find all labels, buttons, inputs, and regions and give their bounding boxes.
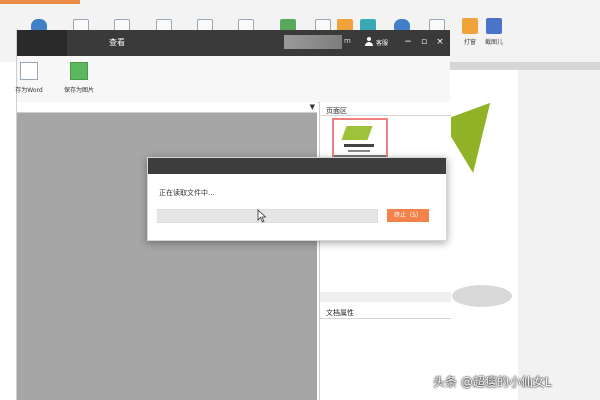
maximize-button[interactable]: ▫ bbox=[417, 35, 431, 49]
dialog-header[interactable] bbox=[148, 158, 446, 174]
save-as-word-label: 存为Word bbox=[15, 87, 43, 94]
thumbnail-leaf-graphic bbox=[341, 126, 373, 140]
progress-bar bbox=[157, 209, 378, 223]
close-button[interactable]: × bbox=[433, 35, 447, 49]
ribbon-toolbar: 存为Word 保存为图片 bbox=[15, 56, 450, 103]
background-extra-button[interactable]: 截图儿 bbox=[481, 18, 507, 48]
page-thumbnail[interactable] bbox=[332, 118, 388, 162]
title-bar[interactable]: 查看 m 客服 − ▫ × bbox=[17, 30, 450, 56]
image-icon bbox=[70, 62, 88, 80]
extra-tool-icon bbox=[486, 18, 502, 34]
thumbnail-subtitle-line bbox=[348, 150, 370, 152]
pane-divider bbox=[320, 318, 451, 319]
word-document-icon bbox=[20, 62, 38, 80]
dropdown-arrow-icon[interactable]: ▼ bbox=[310, 103, 315, 111]
page-selector[interactable]: ▼ bbox=[17, 102, 317, 113]
extra-tool-label: 截图儿 bbox=[484, 39, 503, 46]
side-pane: 页面区 文档属性 bbox=[319, 102, 451, 400]
background-shadow-graphic bbox=[452, 285, 512, 307]
title-bar-tab[interactable] bbox=[17, 30, 67, 56]
document-properties-title: 文档属性 bbox=[326, 309, 354, 317]
background-side-panel bbox=[518, 70, 600, 400]
save-as-word-button[interactable]: 存为Word bbox=[11, 62, 47, 94]
pane-separator bbox=[320, 292, 451, 302]
save-as-image-label: 保存为图片 bbox=[63, 87, 94, 94]
pane-divider bbox=[320, 115, 451, 116]
cancel-button[interactable]: 终止（5） bbox=[387, 209, 429, 222]
background-tab-accent bbox=[0, 0, 80, 4]
loading-dialog: 正在读取文件中... 终止（5） bbox=[147, 157, 447, 241]
minimize-button[interactable]: − bbox=[401, 35, 415, 49]
save-as-image-button[interactable]: 保存为图片 bbox=[59, 62, 99, 94]
blurred-filename bbox=[284, 35, 342, 49]
window-title-suffix: m bbox=[344, 37, 351, 45]
user-icon-head bbox=[367, 37, 371, 41]
print-icon bbox=[462, 18, 478, 34]
loading-message: 正在读取文件中... bbox=[159, 189, 215, 197]
user-icon[interactable] bbox=[364, 37, 374, 47]
user-icon-body bbox=[365, 42, 373, 46]
mouse-cursor-icon bbox=[257, 209, 267, 223]
thumbnail-title-line bbox=[344, 144, 374, 147]
watermark-text: 头条 @超瘦的小仙女L bbox=[433, 375, 552, 389]
service-label[interactable]: 客服 bbox=[376, 38, 388, 47]
window-title: 查看 bbox=[109, 38, 125, 47]
screen: 打窗 截图儿 查看 m 客服 − ▫ × 存为Word 保存为图片 ▼ 页面区 … bbox=[0, 0, 600, 400]
print-label: 打窗 bbox=[463, 39, 476, 46]
background-divider bbox=[450, 62, 600, 70]
background-print-button[interactable]: 打窗 bbox=[457, 18, 483, 48]
